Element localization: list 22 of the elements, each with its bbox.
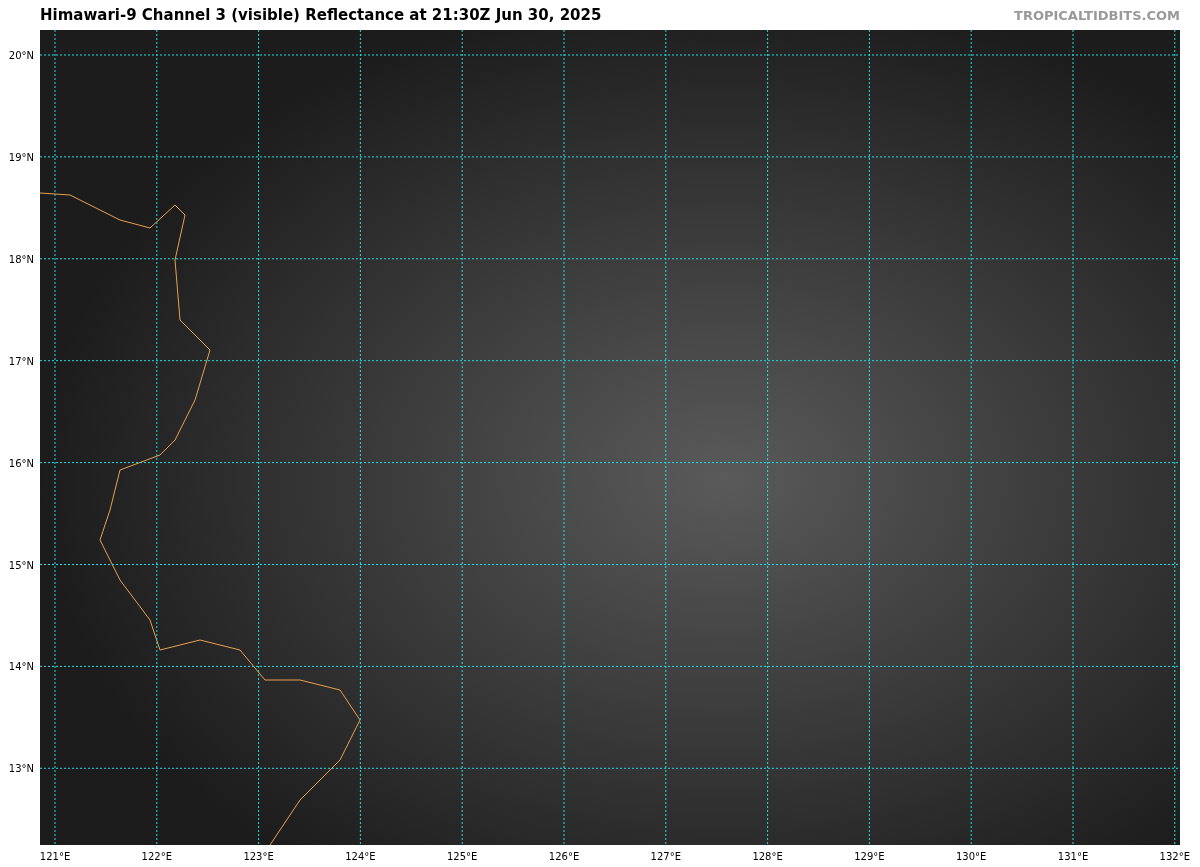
longitude-label: 121°E [39,851,71,862]
latitude-label: 20°N [8,49,34,61]
longitude-label: 125°E [447,851,478,862]
latitude-label: 14°N [8,660,34,672]
latitude-label: 15°N [8,559,34,570]
longitude-label: 128°E [752,851,783,862]
longitude-label: 129°E [854,851,885,862]
longitude-label: 123°E [243,851,274,862]
latitude-label: 18°N [8,253,34,265]
latitude-label: 19°N [8,151,34,163]
longitude-label: 130°E [956,851,987,862]
site-credit: TROPICALTIDBITS.COM [1014,7,1180,23]
longitude-label: 131°E [1057,851,1089,862]
latitude-label: 16°N [8,457,34,469]
longitude-label: 126°E [548,851,580,862]
longitude-label: 124°E [345,851,376,862]
longitude-label: 127°E [650,851,681,862]
latitude-label: 17°N [8,355,34,367]
longitude-label: 132°E [1159,851,1190,862]
chart-title: Himawari-9 Channel 3 (visible) Reflectance at 21:30Z Jun 30, 2025 [40,6,602,24]
latitude-label: 13°N [8,762,34,774]
longitude-label: 122°E [141,851,172,862]
